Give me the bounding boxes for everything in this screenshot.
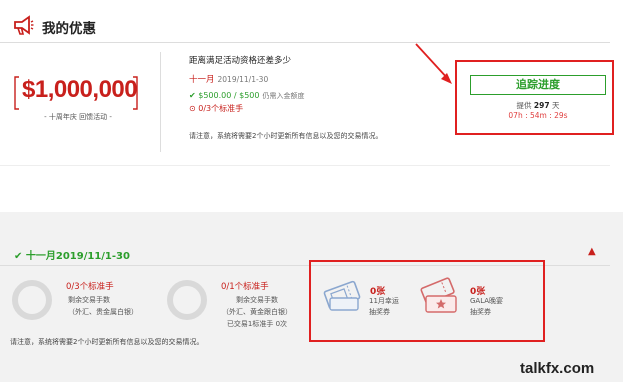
ticket-label-line: GALA晚宴	[470, 297, 504, 305]
desc-line: 剩余交易手数	[68, 296, 110, 304]
ticket-icon	[323, 280, 361, 311]
ticket-label-line: 抽奖券	[470, 308, 491, 316]
section-title-text: 十一月2019/11/1-30	[25, 251, 130, 262]
check-icon: ✔	[14, 251, 26, 262]
progress-ring	[12, 280, 52, 320]
ticket-label-line: 抽奖券	[369, 308, 390, 316]
lots-requirement-title: 0/3个标准手	[66, 282, 114, 292]
ticket-label-line: 11月幸运	[369, 297, 399, 305]
desc-line: （外汇、贵金属白银）	[68, 308, 138, 316]
lots-requirement-desc: 剩余交易手数 （外汇、贵金属白银）	[68, 294, 138, 318]
section-title[interactable]: ✔ 十一月2019/11/1-30	[14, 247, 130, 262]
update-notice: 请注意，系统将需要2个小时更新所有信息以及您的交易情况。	[10, 338, 204, 346]
chevron-up-icon[interactable]: ▲	[588, 246, 596, 257]
desc-line: （外汇、黄金跟白银）	[222, 308, 292, 316]
lots-requirement-title: 0/1个标准手	[221, 282, 269, 292]
desc-line: 已交易1标准手 0次	[226, 320, 288, 328]
watermark: talkfx.com	[520, 360, 595, 377]
ticket-label: GALA晚宴 抽奖券	[470, 296, 503, 318]
ticket-stamp-icon	[420, 277, 457, 313]
ticket-label: 11月幸运 抽奖券	[369, 296, 399, 318]
desc-line: 剩余交易手数	[236, 296, 278, 304]
progress-ring	[167, 280, 207, 320]
lots-requirement-desc: 剩余交易手数 （外汇、黄金跟白银） 已交易1标准手 0次	[222, 294, 292, 330]
